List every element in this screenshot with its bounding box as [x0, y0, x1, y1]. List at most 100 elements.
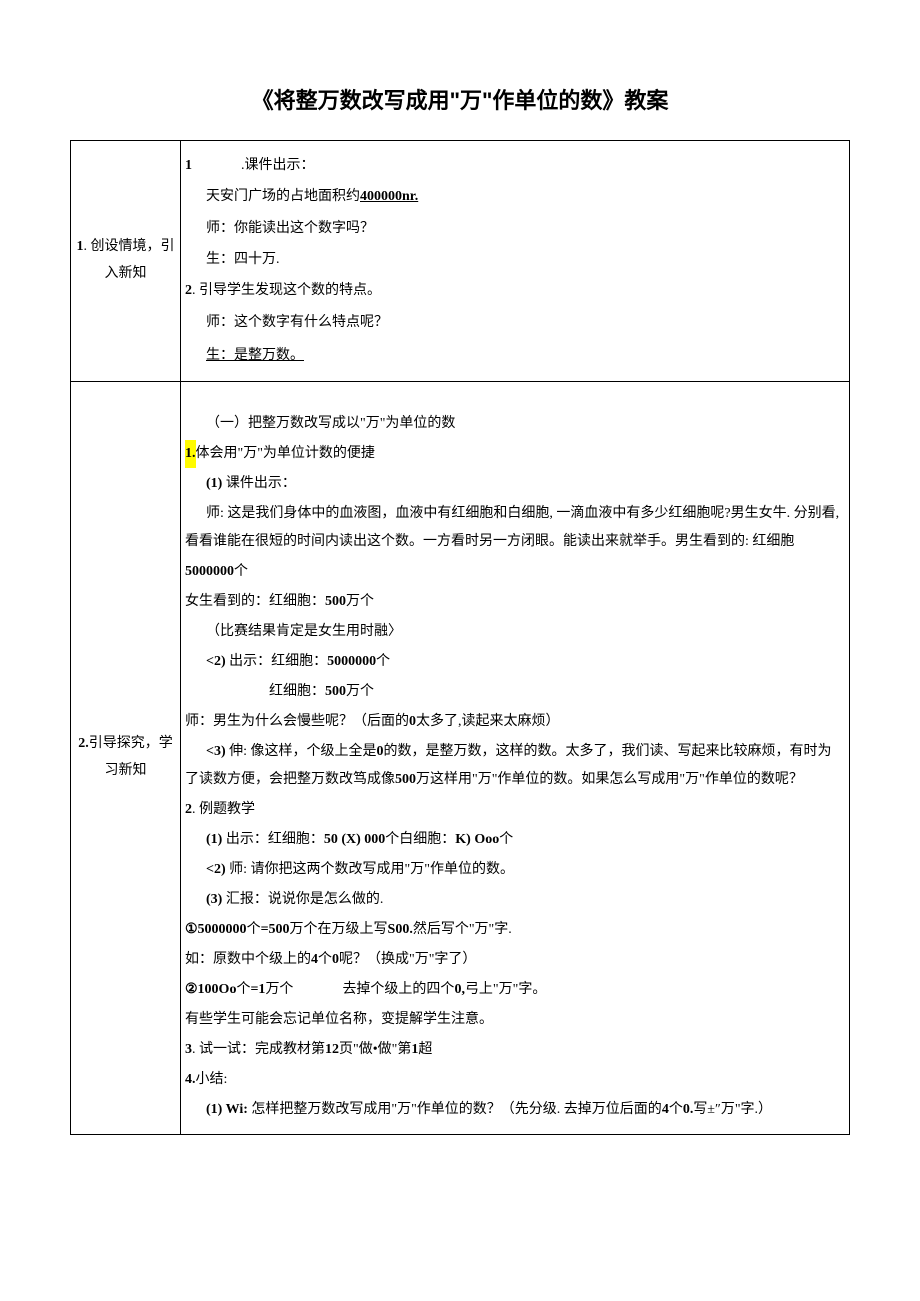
text: 汇报：说说你是怎么做的.: [222, 892, 383, 907]
text: 个: [669, 1102, 683, 1117]
row1-content: 1 .课件出示： 天安门广场的占地面积约400000nr. 师：你能读出这个数字…: [181, 140, 850, 381]
line: 5000000个: [185, 558, 845, 586]
line: 1.体会用"万"为单位计数的便捷: [185, 440, 845, 468]
text: .课件出示：: [241, 158, 315, 173]
num: (1) Wi:: [206, 1102, 248, 1117]
num: 4: [311, 952, 318, 967]
num: K) Ooo: [455, 832, 499, 847]
line: 2. 例题教学: [185, 796, 845, 824]
line: 生：四十万.: [185, 245, 845, 274]
num: (3): [206, 892, 222, 907]
text: 太多了,读起来太麻烦）: [416, 714, 560, 729]
lesson-table: 1. 创设情境，引入新知 1 .课件出示： 天安门广场的占地面积约400000n…: [70, 140, 850, 1135]
line: 师：你能读出这个数字吗？: [185, 214, 845, 243]
line: <3) 伸: 像这样，个级上全是0的数，是整万数，这样的数。太多了，我们读、写起…: [185, 738, 845, 794]
num: 1: [185, 158, 192, 173]
text: 个: [376, 654, 390, 669]
row2-label: 2.引导探究，学习新知: [71, 381, 181, 1134]
line: <2) 师: 请你把这两个数改写成用"万"作单位的数。: [185, 856, 845, 884]
text: 万个在万级上写: [290, 922, 388, 937]
line: 4.小结:: [185, 1066, 845, 1094]
num: 4.: [185, 1072, 196, 1087]
text: 超: [418, 1042, 432, 1057]
num: 0: [377, 744, 384, 759]
num: 50 (X) 000: [324, 832, 385, 847]
num: 2: [185, 802, 192, 817]
text: 个: [234, 564, 248, 579]
line: 天安门广场的占地面积约400000nr.: [185, 182, 845, 211]
line: 生：是整万数。: [185, 341, 304, 370]
line: 有些学生可能会忘记单位名称，变提解学生注意。: [185, 1006, 845, 1034]
line: ①5000000个=500万个在万级上写S00.然后写个"万"字.: [185, 916, 845, 944]
text: 出示：红细胞：: [222, 832, 324, 847]
num: ②100Oo: [185, 982, 236, 997]
text: 红细胞：: [269, 684, 325, 699]
num: 5000000: [185, 564, 234, 579]
text: 师：男生为什么会慢些呢？（后面的: [185, 714, 409, 729]
line: 2. 引导学生发现这个数的特点。: [185, 276, 845, 305]
text: 万这样用"万"作单位的数。如果怎么写成用"万"作单位的数呢？: [416, 772, 803, 787]
line: <2) 出示：红细胞：5000000个: [185, 648, 845, 676]
label-num: 1: [77, 239, 84, 254]
table-row: 2.引导探究，学习新知 （一）把整万数改写成以"万"为单位的数 1.体会用"万"…: [71, 381, 850, 1134]
num: 0: [332, 952, 339, 967]
area-number: 400000nr.: [360, 189, 418, 204]
line: 女生看到的：红细胞：500万个: [185, 588, 845, 616]
num: <2): [206, 862, 226, 877]
text: 个白细胞：: [385, 832, 455, 847]
text: . 试一试：完成教材第: [192, 1042, 325, 1057]
text: 如：原数中个级上的: [185, 952, 311, 967]
text: . 例题教学: [192, 802, 255, 817]
num: 2: [185, 283, 192, 298]
text: 女生看到的：红细胞：: [185, 594, 325, 609]
text: 万个: [346, 684, 374, 699]
line: (1) 课件出示：: [185, 470, 845, 498]
num: =1: [250, 982, 265, 997]
text: 怎样把整万数改写成用"万"作单位的数？（先分级. 去掉万位后面的: [248, 1102, 662, 1117]
line: 师: 这是我们身体中的血液图，血液中有红细胞和白细胞, 一滴血液中有多少红细胞呢…: [185, 500, 845, 556]
text: 弓上"万"字。: [465, 982, 546, 997]
line: （比赛结果肯定是女生用时融〉: [185, 618, 845, 646]
num: <2): [206, 654, 226, 669]
text: 个: [247, 922, 261, 937]
text: 个: [318, 952, 332, 967]
line: ②100Oo个=1万个 去掉个级上的四个0,弓上"万"字。: [185, 976, 845, 1004]
text: 小结:: [196, 1072, 228, 1087]
text: 出示：红细胞：: [226, 654, 328, 669]
line: (1) 出示：红细胞：50 (X) 000个白细胞：K) Ooo个: [185, 826, 845, 854]
row1-label: 1. 创设情境，引入新知: [71, 140, 181, 381]
text: . 引导学生发现这个数的特点。: [192, 283, 381, 298]
num: 4: [662, 1102, 669, 1117]
text: 师: 这是我们身体中的血液图，血液中有红细胞和白细胞, 一滴血液中有多少红细胞呢…: [185, 506, 839, 549]
line: 3. 试一试：完成教材第12页"做•做"第1超: [185, 1036, 845, 1064]
line: （一）把整万数改写成以"万"为单位的数: [185, 410, 845, 438]
num: 500: [325, 684, 346, 699]
row2-content: （一）把整万数改写成以"万"为单位的数 1.体会用"万"为单位计数的便捷 (1)…: [181, 381, 850, 1134]
line: 1 .课件出示：: [185, 151, 845, 180]
num: (1): [206, 832, 222, 847]
num: S00.: [388, 922, 413, 937]
text: 去掉个级上的四个: [342, 982, 454, 997]
num: 500: [325, 594, 346, 609]
num: <3): [206, 744, 226, 759]
num: 0: [409, 714, 416, 729]
text: 个: [236, 982, 250, 997]
text: 然后写个"万"字.: [413, 922, 512, 937]
text: 天安门广场的占地面积约: [206, 189, 360, 204]
num: 0,: [454, 982, 465, 997]
line: 师：这个数字有什么特点呢？: [185, 308, 845, 337]
num: 0.: [683, 1102, 694, 1117]
line: (1) Wi: 怎样把整万数改写成用"万"作单位的数？（先分级. 去掉万位后面的…: [185, 1096, 845, 1124]
text: 个: [499, 832, 513, 847]
num: ①5000000: [185, 922, 247, 937]
line: 红细胞：500万个: [185, 678, 845, 706]
text: 万个: [346, 594, 374, 609]
text: 页"做•做"第: [339, 1042, 411, 1057]
num: 5000000: [327, 654, 376, 669]
highlight-num: 1.: [185, 440, 196, 468]
line: 如：原数中个级上的4个0呢？（换成"万"字了）: [185, 946, 845, 974]
line: 师：男生为什么会慢些呢？（后面的0太多了,读起来太麻烦）: [185, 708, 845, 736]
num: =500: [261, 922, 290, 937]
text: 课件出示：: [222, 476, 296, 491]
num: 12: [325, 1042, 339, 1057]
